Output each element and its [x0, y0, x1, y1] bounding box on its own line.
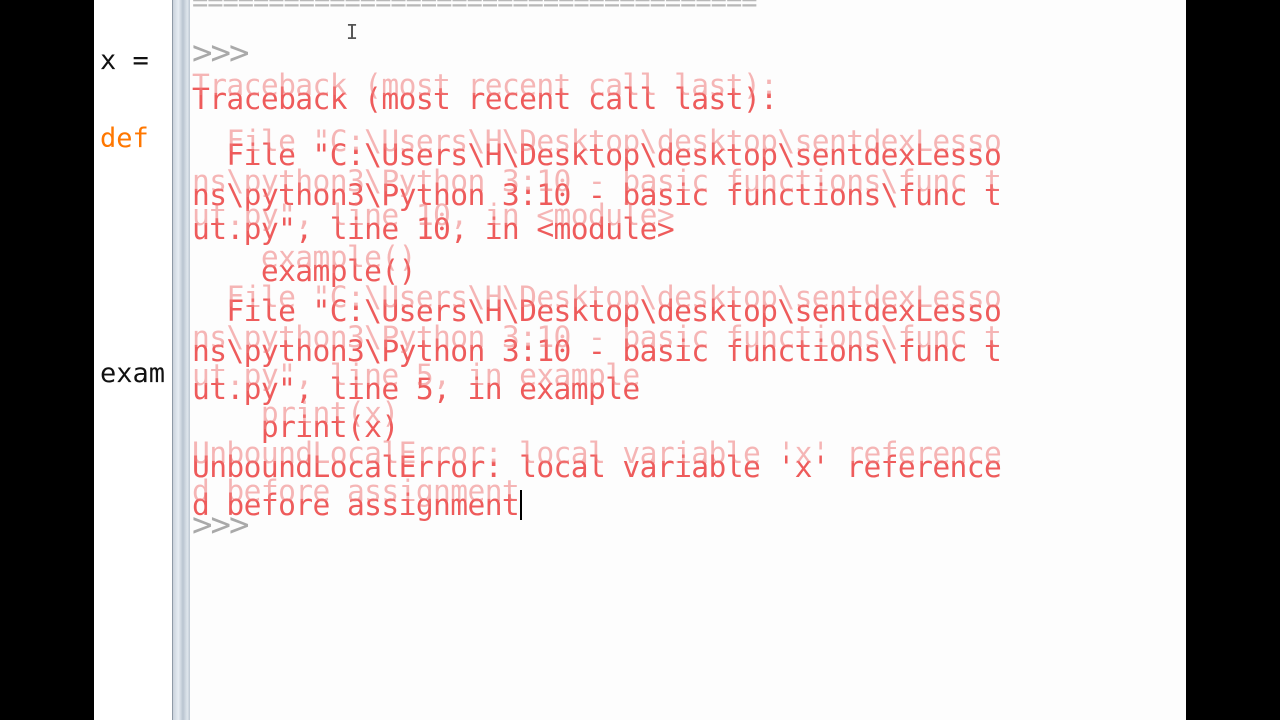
editor-code-line[interactable]: x =: [100, 46, 165, 76]
traceback-line-echo: ut.py", line 10, in <module>: [192, 198, 675, 232]
traceback-line-echo: d before assignment: [192, 474, 520, 508]
traceback-line-echo: ns\python3\Python 3:10 - basic functions…: [192, 164, 1002, 198]
traceback-line: Traceback (most recent call last): Traceb…: [192, 70, 778, 114]
text-cursor-icon: I: [346, 20, 359, 44]
restart-separator: =====================================: [192, 0, 757, 18]
desktop-background: [1186, 0, 1280, 720]
traceback-line-echo: File "C:\Users\H\Desktop\desktop\sentdex…: [192, 280, 1002, 314]
window-border: [172, 0, 191, 720]
text-caret: [520, 490, 523, 520]
screen: x = def exam ===========================…: [0, 0, 1280, 720]
editor-window[interactable]: x = def exam: [94, 0, 184, 720]
traceback-line-echo: UnboundLocalError: local variable 'x' re…: [192, 436, 1002, 470]
traceback-line-echo: Traceback (most recent call last):: [192, 68, 778, 102]
shell-prompt: >>>: [192, 33, 249, 73]
editor-code-line[interactable]: def: [100, 124, 165, 154]
traceback-line-echo: example(): [192, 240, 417, 274]
traceback-line-echo: ut.py", line 5, in example: [192, 358, 640, 392]
traceback-line-echo: print(x): [192, 396, 399, 430]
python-shell-window[interactable]: ===================================== >>…: [190, 0, 1186, 720]
traceback-line-echo: File "C:\Users\H\Desktop\desktop\sentdex…: [192, 124, 1002, 158]
shell-prompt[interactable]: >>>: [192, 508, 249, 542]
editor-code-line[interactable]: exam: [100, 359, 165, 389]
traceback-line-echo: ns\python3\Python 3:10 - basic functions…: [192, 320, 1002, 354]
